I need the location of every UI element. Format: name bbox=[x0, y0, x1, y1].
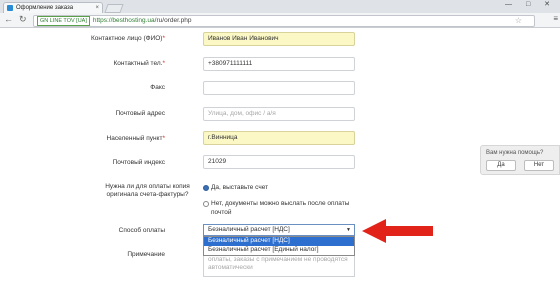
secure-badge: GN LINE TOV [UA] bbox=[37, 16, 90, 26]
invoice-no-label: Нет, документы можно выслать после оплат… bbox=[211, 200, 350, 216]
payment-options-list: Безналичный расчет [НДС] Безналичный рас… bbox=[203, 236, 355, 256]
reload-icon[interactable]: ↻ bbox=[19, 14, 27, 25]
tab-strip: Оформление заказа × — □ ✕ bbox=[0, 0, 560, 13]
radio-selected-icon bbox=[203, 185, 209, 191]
note-label: Примечание bbox=[127, 251, 165, 258]
browser-menu-icon[interactable]: ≡ bbox=[553, 14, 558, 23]
dropdown-arrow-icon: ▼ bbox=[346, 227, 351, 233]
bookmark-star-icon[interactable]: ☆ bbox=[515, 16, 522, 26]
invoice-yes-label: Да, выставьте счет bbox=[211, 184, 269, 191]
window-controls[interactable]: — □ ✕ bbox=[505, 0, 556, 8]
city-field[interactable]: г.Винница bbox=[203, 131, 355, 145]
phone-label: Контактный тел.* bbox=[113, 60, 165, 67]
zip-label: Почтовый индекс bbox=[112, 159, 165, 166]
help-question: Вам нужна помощь? bbox=[486, 150, 544, 156]
payment-select[interactable]: Безналичный расчет [НДС] ▼ bbox=[203, 224, 355, 236]
payment-label: Способ оплаты bbox=[118, 227, 165, 234]
url-host: https://besthosting.ua bbox=[92, 17, 155, 24]
url-input[interactable]: GN LINE TOV [UA] https://besthosting.ua/r… bbox=[33, 15, 535, 27]
zip-field[interactable]: 21029 bbox=[203, 155, 355, 169]
help-widget: Вам нужна помощь? Да Нет bbox=[480, 145, 560, 175]
invoice-label: Нужна ли для оплаты копия оригинала счет… bbox=[105, 183, 190, 198]
address-field[interactable]: Улица, дом, офис / а/я bbox=[203, 107, 355, 121]
new-tab-button[interactable] bbox=[104, 4, 124, 13]
fax-label: Факс bbox=[150, 84, 165, 91]
help-yes-button[interactable]: Да bbox=[486, 160, 516, 171]
contact-name-field[interactable]: Иванов Иван Иванович bbox=[203, 32, 355, 46]
payment-selected-value: Безналичный расчет [НДС] bbox=[208, 226, 290, 233]
favicon-icon bbox=[7, 5, 13, 11]
tab-title: Оформление заказа bbox=[16, 5, 74, 11]
url-path: /ru/order.php bbox=[154, 17, 192, 24]
red-arrow-annotation bbox=[362, 219, 433, 243]
fax-field[interactable] bbox=[203, 81, 355, 95]
address-bar: ← ↻ GN LINE TOV [UA] https://besthosting.… bbox=[0, 13, 560, 28]
payment-option[interactable]: Безналичный расчет [НДС] bbox=[204, 237, 354, 246]
help-no-button[interactable]: Нет bbox=[524, 160, 554, 171]
radio-unselected-icon bbox=[203, 201, 209, 207]
arrow-shape bbox=[362, 219, 433, 243]
phone-field[interactable]: +380971111111 bbox=[203, 57, 355, 71]
city-label: Населенный пункт* bbox=[106, 135, 165, 142]
browser-tab[interactable]: Оформление заказа × bbox=[3, 2, 103, 13]
payment-option[interactable]: Безналичный расчет [Единый налог] bbox=[204, 246, 354, 255]
back-icon[interactable]: ← bbox=[4, 14, 13, 24]
contact-label: Контактное лицо (ФИО)* bbox=[90, 35, 165, 42]
address-label: Почтовый адрес bbox=[115, 110, 166, 117]
